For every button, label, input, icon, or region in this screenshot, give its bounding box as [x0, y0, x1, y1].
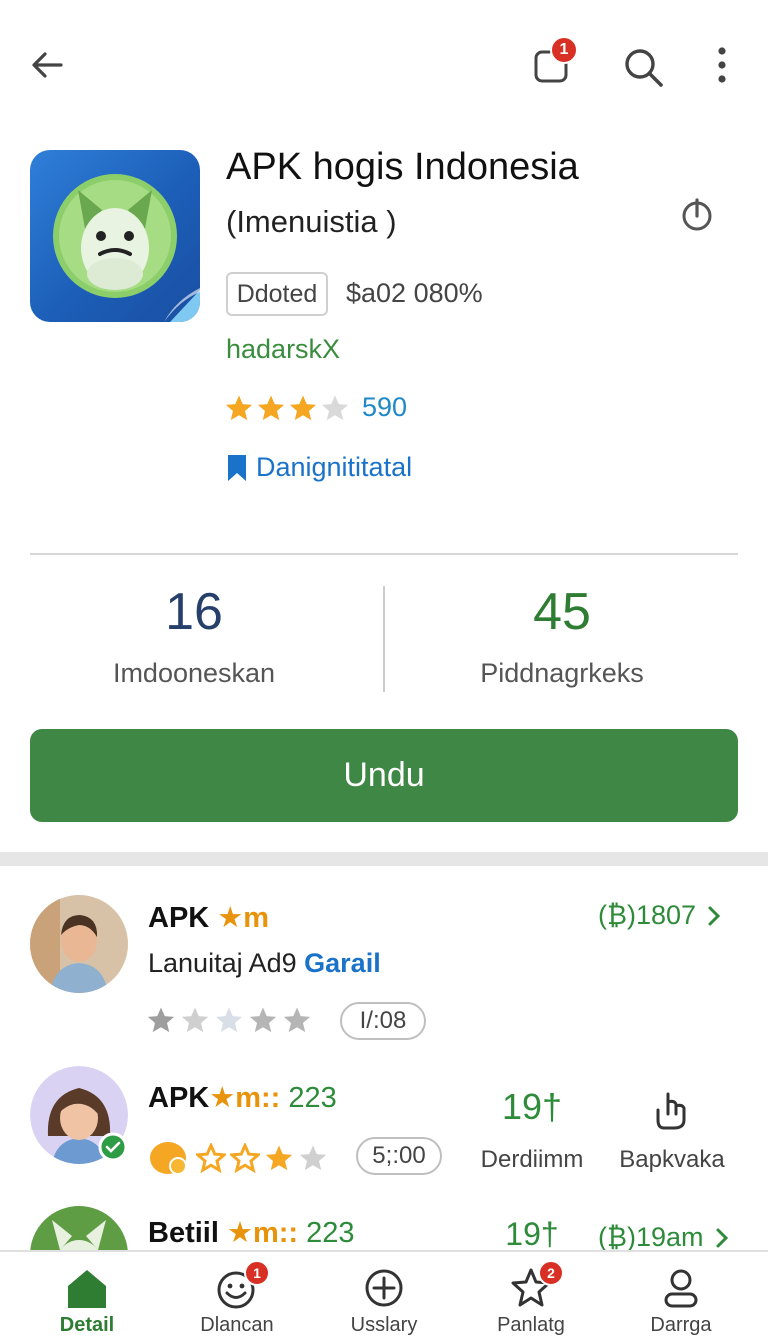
- tap-action-label: Bapkvaka: [619, 1146, 725, 1173]
- star-filled-icon: [257, 395, 285, 420]
- nav-label: Detail: [59, 1314, 115, 1336]
- list-item-meta[interactable]: (₿)1807: [598, 900, 722, 931]
- list-item-title: APK★m:: 223: [148, 1082, 337, 1114]
- bookmark-icon: [228, 454, 246, 481]
- star-filled-icon: [265, 1145, 293, 1171]
- star-outline-icon: [196, 1143, 226, 1173]
- star-empty-icon: [215, 1007, 243, 1033]
- timer-icon: [682, 198, 712, 231]
- timer-button[interactable]: [678, 196, 716, 234]
- wishlist-button[interactable]: Danignititatal: [226, 452, 412, 483]
- coin-icon: [150, 1142, 187, 1175]
- stat-left: 16 Imdooneskan: [44, 582, 344, 689]
- download-count: 19†: [501, 1086, 563, 1127]
- install-button[interactable]: Undu: [30, 729, 738, 822]
- nav-label: Panlatg: [497, 1314, 565, 1336]
- star-empty-icon: [249, 1007, 277, 1033]
- wishlist-label: Danignititatal: [256, 452, 413, 482]
- stat-right-label: Piddnagrkeks: [480, 658, 644, 688]
- rating-row: 590: [224, 392, 407, 423]
- star-empty-icon: [283, 1007, 311, 1033]
- list-item-stars: [148, 1138, 328, 1178]
- back-button[interactable]: [22, 40, 72, 90]
- avatar[interactable]: [30, 1066, 128, 1164]
- star-filled-icon: [289, 395, 317, 420]
- plus-circle-icon: [365, 1269, 403, 1307]
- status-tag: Ddoted: [226, 272, 328, 316]
- verified-icon: [98, 1132, 128, 1162]
- rating-count: 590: [362, 392, 408, 422]
- top-app-bar: 1: [0, 0, 768, 130]
- section-separator: [0, 852, 768, 866]
- list-item-title: Betiil ★m:: 223: [148, 1217, 355, 1249]
- chevron-right-icon: [716, 1228, 728, 1247]
- download-label: Derdiimm: [480, 1146, 584, 1173]
- search-button[interactable]: [616, 40, 670, 94]
- star-empty-icon: [299, 1145, 327, 1171]
- more-vert-icon: [718, 47, 726, 83]
- stat-right-value: 45: [533, 583, 591, 641]
- star-empty-icon: [181, 1007, 209, 1033]
- star-filled-icon: [147, 1007, 175, 1033]
- hand-tap-icon: [656, 1092, 686, 1130]
- list-item-subtitle: Lanuitaj Ad9 Garail: [148, 948, 381, 978]
- app-icon: [30, 150, 200, 322]
- search-icon: [625, 49, 663, 87]
- user-avatar-boy: [30, 895, 128, 993]
- list-item-pill: I/:08: [340, 1002, 426, 1040]
- nav-badge: 1: [244, 1260, 270, 1286]
- stat-left-value: 16: [165, 583, 223, 641]
- divider: [30, 553, 738, 555]
- mascot-logo: [53, 174, 200, 322]
- app-price: $a02 080%: [346, 278, 483, 308]
- list-item-title: APK ★m: [148, 902, 270, 934]
- list-item-meta[interactable]: (₿)19am: [598, 1222, 730, 1253]
- nav-label: Usslary: [350, 1314, 418, 1336]
- list-item-pill: 5;:00: [356, 1137, 442, 1175]
- developer-link[interactable]: hadarskX: [226, 334, 340, 365]
- stat-left-label: Imdooneskan: [112, 658, 276, 688]
- nav-item-panlatg[interactable]: 2 Panlatg: [461, 1252, 601, 1344]
- bottom-navigation: Detail 1 Dlancan Usslary 2 Panlatg Darrg…: [0, 1250, 768, 1344]
- stat-right: 45 Piddnagrkeks: [412, 582, 712, 689]
- download-count: 19†: [505, 1216, 559, 1252]
- more-options-button[interactable]: [700, 40, 744, 90]
- home-icon: [68, 1270, 106, 1308]
- stat-divider: [383, 586, 385, 692]
- star-outline-icon: [230, 1143, 260, 1173]
- nav-label: Darrga: [650, 1314, 712, 1336]
- nav-item-detail[interactable]: Detail: [17, 1252, 157, 1344]
- notification-badge: 1: [550, 36, 578, 64]
- list-item-stars: [146, 1005, 312, 1035]
- app-title: APK hogis Indonesia: [226, 146, 579, 188]
- notification-button[interactable]: 1: [526, 36, 578, 90]
- nav-item-darrga[interactable]: Darrga: [611, 1252, 751, 1344]
- star-filled-icon: [225, 395, 253, 420]
- nav-item-dlancan[interactable]: 1 Dlancan: [167, 1252, 307, 1344]
- nav-item-usslary[interactable]: Usslary: [314, 1252, 454, 1344]
- chevron-right-icon: [708, 906, 721, 925]
- person-icon: [664, 1269, 698, 1308]
- star-empty-icon: [321, 395, 349, 420]
- tap-action[interactable]: Bapkvaka: [612, 1084, 732, 1176]
- nav-badge: 2: [538, 1260, 564, 1286]
- app-subtitle: (Imenuistia ): [226, 204, 397, 239]
- arrow-left-icon: [32, 52, 63, 78]
- nav-label: Dlancan: [200, 1314, 274, 1336]
- avatar[interactable]: [30, 895, 128, 993]
